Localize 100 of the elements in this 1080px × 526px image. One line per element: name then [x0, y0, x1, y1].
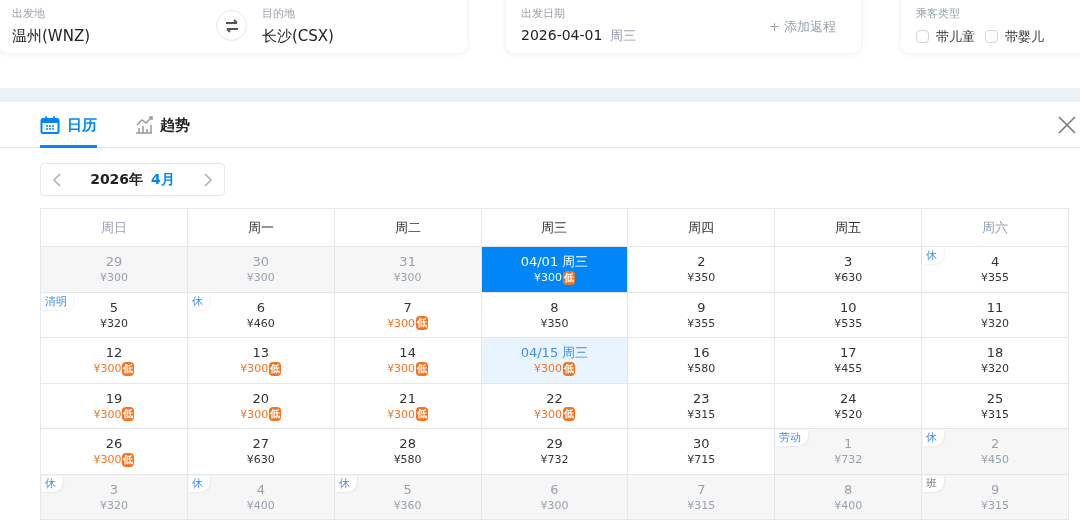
- price-text: ¥300: [393, 270, 422, 286]
- price-text: ¥300: [540, 497, 569, 513]
- lowest-price-badge: 低: [122, 452, 135, 467]
- price-text: ¥300: [387, 406, 416, 422]
- swap-button[interactable]: [216, 10, 247, 41]
- calendar-day[interactable]: 14 ¥300 低: [334, 338, 482, 384]
- lowest-price-badge: 低: [122, 361, 135, 376]
- day-number: 3: [109, 480, 119, 498]
- calendar-day[interactable]: 29 ¥732: [481, 429, 629, 475]
- calendar-day[interactable]: 27 ¥630: [187, 429, 335, 475]
- day-number: 8: [550, 298, 559, 316]
- day-number: 27: [252, 435, 270, 453]
- day-number: 5: [109, 298, 119, 316]
- price-text: ¥315: [687, 406, 716, 422]
- day-number: 14: [399, 344, 416, 362]
- day-number: 04/15 周三: [520, 344, 589, 362]
- calendar-day[interactable]: 18 ¥320: [922, 338, 1069, 384]
- price-text: ¥315: [981, 406, 1010, 422]
- lowest-price-badge: 低: [416, 407, 429, 422]
- calendar-day[interactable]: 12 ¥300 低: [41, 338, 188, 384]
- day-number: 31: [399, 253, 416, 271]
- tab[interactable]: 趋势: [135, 102, 190, 148]
- calendar-day[interactable]: 04/01 周三 ¥300 低: [481, 247, 629, 293]
- price-text: ¥360: [393, 497, 422, 513]
- price-text: ¥355: [687, 315, 716, 331]
- tab[interactable]: 日历: [40, 102, 97, 148]
- close-icon[interactable]: [1058, 116, 1076, 134]
- day-number: 22: [546, 389, 563, 407]
- calendar-day[interactable]: 26 ¥300 低: [41, 429, 188, 475]
- destination-field[interactable]: 长沙(CSX): [262, 24, 334, 47]
- calendar-day[interactable]: 8 ¥350: [481, 292, 629, 338]
- lowest-price-badge: 低: [269, 407, 282, 422]
- field-label: 出发地: [12, 6, 46, 22]
- price-text: ¥300: [534, 361, 562, 377]
- calendar-day[interactable]: 17 ¥455: [775, 338, 923, 384]
- checkbox-label[interactable]: 带婴儿: [1005, 26, 1044, 46]
- weekday-text: 周三: [610, 26, 637, 45]
- chart-icon: [135, 116, 153, 134]
- calendar-day[interactable]: 28 ¥580: [334, 429, 482, 475]
- calendar-day[interactable]: 11 ¥320: [922, 292, 1069, 338]
- price-text: ¥315: [687, 497, 716, 513]
- calendar-day[interactable]: 22 ¥300 低: [481, 383, 629, 429]
- calendar-day[interactable]: 班 9 ¥315: [922, 474, 1069, 520]
- day-number: 26: [105, 435, 123, 453]
- chevron-left-icon[interactable]: [53, 172, 61, 187]
- day-number: 21: [399, 389, 416, 407]
- calendar-day[interactable]: 20 ¥300 低: [187, 383, 335, 429]
- calendar-day[interactable]: 13 ¥300 低: [187, 338, 335, 384]
- calendar-day[interactable]: 3 ¥630: [775, 247, 923, 293]
- price-text: ¥300: [240, 406, 269, 422]
- calendar-day[interactable]: 19 ¥300 低: [41, 383, 188, 429]
- lowest-price-badge: 低: [122, 407, 135, 422]
- holiday-tag: 班: [923, 475, 945, 492]
- calendar-day[interactable]: 9 ¥355: [628, 292, 776, 338]
- price-text: ¥580: [393, 452, 422, 468]
- holiday-tag: 休: [923, 248, 945, 264]
- checkbox-label[interactable]: 带儿童: [936, 26, 975, 46]
- price-text: ¥300: [93, 452, 122, 468]
- day-number: 4: [990, 253, 1000, 271]
- holiday-tag: 劳动: [776, 430, 809, 446]
- price-text: ¥355: [981, 270, 1010, 286]
- calendar-day[interactable]: 23 ¥315: [628, 383, 776, 429]
- price-text: ¥315: [981, 497, 1010, 513]
- origin-field[interactable]: 温州(WNZ): [12, 24, 91, 47]
- day-number: 7: [403, 298, 412, 316]
- day-number: 1: [844, 435, 853, 453]
- calendar-day[interactable]: 10 ¥535: [775, 292, 923, 338]
- price-text: ¥350: [540, 315, 569, 331]
- date-value[interactable]: 2026-04-01: [521, 24, 603, 46]
- calendar-day[interactable]: 21 ¥300 低: [334, 383, 482, 429]
- lowest-price-badge: 低: [563, 361, 575, 376]
- calendar-day[interactable]: 24 ¥520: [775, 383, 923, 429]
- price-text: ¥732: [540, 452, 569, 468]
- calendar-day[interactable]: 清明 5 ¥320: [41, 292, 188, 338]
- calendar-day[interactable]: 7 ¥300 低: [334, 292, 482, 338]
- field-label: 乘客类型: [916, 6, 961, 22]
- calendar-day[interactable]: 30 ¥715: [628, 429, 776, 475]
- price-text: ¥320: [981, 315, 1010, 331]
- day-number: 04/01 周三: [520, 253, 589, 271]
- day-number: 25: [986, 389, 1004, 407]
- price-text: ¥460: [246, 315, 275, 331]
- price-text: ¥300: [534, 406, 562, 422]
- day-number: 28: [399, 435, 416, 453]
- day-number: 9: [990, 480, 1000, 498]
- calendar-day[interactable]: 16 ¥580: [628, 338, 776, 384]
- price-text: ¥400: [246, 497, 275, 513]
- calendar-day[interactable]: 2 ¥350: [628, 247, 776, 293]
- chevron-right-icon[interactable]: [204, 172, 212, 187]
- day-number: 6: [550, 480, 559, 498]
- calendar-day[interactable]: 休 4 ¥355: [922, 247, 1069, 293]
- price-text: ¥400: [834, 497, 863, 513]
- checkbox[interactable]: [916, 29, 929, 43]
- calendar-day[interactable]: 休 6 ¥460: [187, 292, 335, 338]
- day-number: 8: [844, 480, 853, 498]
- calendar-day[interactable]: 劳动 1 ¥732: [775, 429, 923, 475]
- calendar-day[interactable]: 25 ¥315: [922, 383, 1069, 429]
- checkbox[interactable]: [985, 29, 998, 43]
- holiday-tag: 清明: [42, 293, 74, 310]
- swap-icon: [223, 18, 240, 33]
- day-number: 5: [403, 480, 412, 498]
